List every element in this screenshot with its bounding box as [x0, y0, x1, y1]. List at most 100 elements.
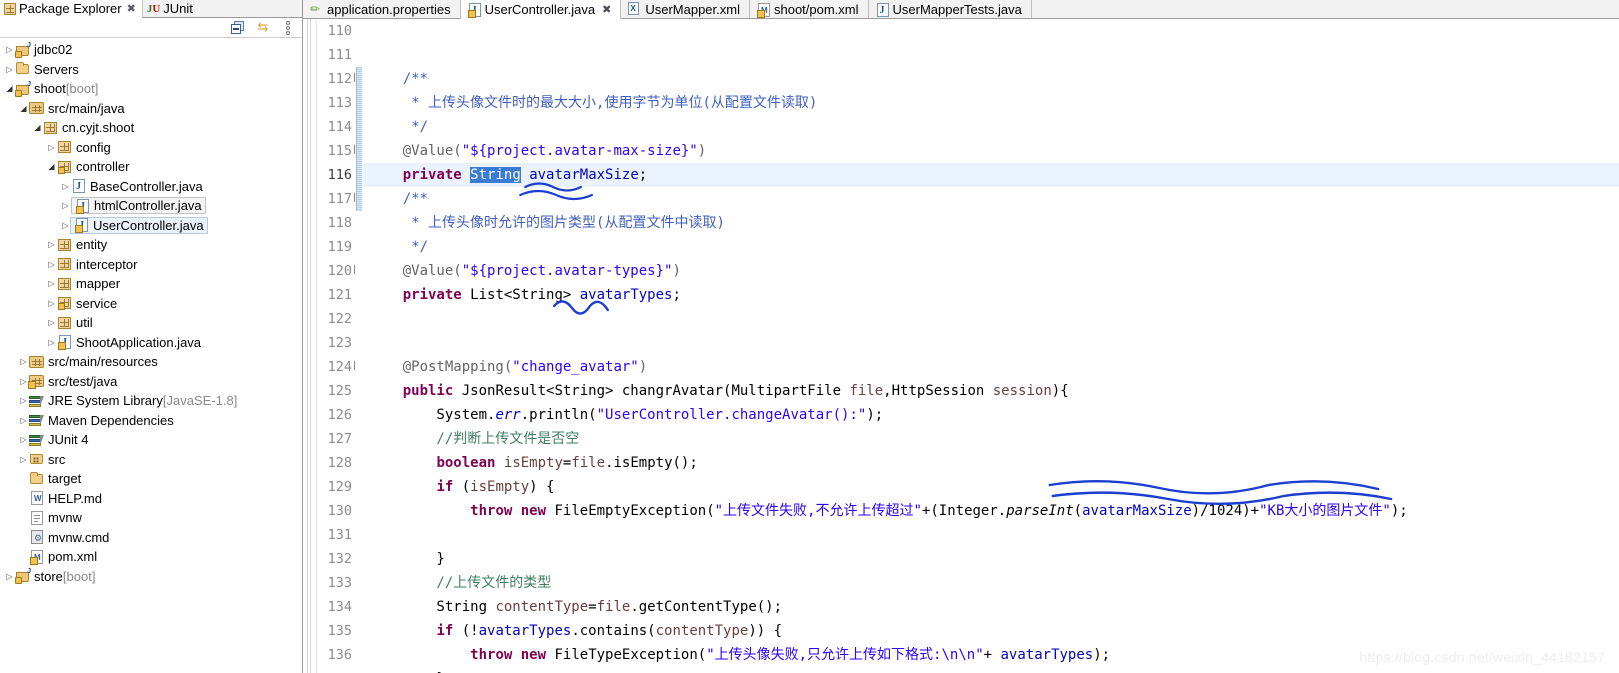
tree-item-jdbc02[interactable]: ▷ Jjdbc02: [0, 40, 302, 60]
code-line[interactable]: */: [363, 235, 1619, 259]
code-line[interactable]: //判断上传文件是否空: [363, 427, 1619, 451]
code-line[interactable]: @Value("${project.avatar-max-size}"): [363, 139, 1619, 163]
tree-item-maven-dependencies[interactable]: ▷ Maven Dependencies: [0, 411, 302, 431]
code-token: );: [1390, 503, 1408, 519]
code-line[interactable]: throw new FileEmptyException("上传文件失败,不允许…: [363, 499, 1619, 523]
code-line[interactable]: }: [363, 667, 1619, 673]
chevron-right-icon[interactable]: ▷: [18, 352, 29, 371]
chevron-right-icon[interactable]: ▷: [18, 411, 29, 430]
editor-tab-application-properties[interactable]: ✏ application.properties: [303, 0, 461, 19]
code-line[interactable]: boolean isEmpty=file.isEmpty();: [363, 451, 1619, 475]
close-icon[interactable]: ✖: [127, 2, 136, 15]
code-line[interactable]: [363, 43, 1619, 67]
code-line[interactable]: [363, 19, 1619, 43]
editor-tab-usermapper-xml[interactable]: X UserMapper.xml: [621, 0, 750, 19]
chevron-right-icon[interactable]: ▷: [60, 177, 71, 196]
tree-item-config[interactable]: ▷ config: [0, 138, 302, 158]
tree-item-shoot[interactable]: ◢ Jshoot [boot]: [0, 79, 302, 99]
code-line[interactable]: /**: [363, 187, 1619, 211]
line-number: 114: [327, 119, 352, 135]
code-line[interactable]: /**: [363, 67, 1619, 91]
tree-item-icon: W: [29, 490, 46, 506]
chevron-right-icon[interactable]: ▷: [46, 235, 57, 254]
tree-item-interceptor[interactable]: ▷ interceptor: [0, 255, 302, 275]
code-editor[interactable]: 110 111 112− 113 114 115− 116 117− 118 119 120− 121…: [303, 19, 1619, 673]
tree-item-basecontroller-java[interactable]: ▷ J BaseController.java: [0, 177, 302, 197]
editor-tab-usermappertests-java[interactable]: J UserMapperTests.java: [868, 0, 1032, 19]
chevron-down-icon[interactable]: ◢: [32, 118, 43, 137]
tree-item-servers[interactable]: ▷ Servers: [0, 60, 302, 80]
tree-item-shootapplication-java[interactable]: ▷J ShootApplication.java: [0, 333, 302, 353]
tab-package-explorer[interactable]: Package Explorer ✖: [0, 0, 142, 18]
editor-tab-usercontroller-java[interactable]: JUserController.java ✖: [460, 0, 622, 19]
editor-annotation-ruler[interactable]: [303, 19, 317, 673]
code-line[interactable]: }: [363, 547, 1619, 571]
tree-item-cn-cyjt-shoot[interactable]: ◢ cn.cyjt.shoot: [0, 118, 302, 138]
code-line[interactable]: if (isEmpty) {: [363, 475, 1619, 499]
editor-tab-shoot-pom-xml[interactable]: Mshoot/pom.xml: [749, 0, 869, 19]
chevron-down-icon[interactable]: ◢: [18, 99, 29, 118]
code-line[interactable]: * 上传头像文件时的最大大小,使用字节为单位(从配置文件读取): [363, 91, 1619, 115]
tree-item-store[interactable]: ▷ Jstore [boot]: [0, 567, 302, 587]
code-line[interactable]: @Value("${project.avatar-types}"): [363, 259, 1619, 283]
chevron-right-icon[interactable]: ▷: [4, 60, 15, 79]
line-number: 110: [327, 23, 352, 39]
tree-item-pom-xml[interactable]: Mpom.xml: [0, 547, 302, 567]
chevron-right-icon[interactable]: ▷: [46, 333, 57, 352]
chevron-right-icon[interactable]: ▷: [4, 567, 15, 586]
code-line[interactable]: public JsonResult<String> changrAvatar(M…: [363, 379, 1619, 403]
tree-item-mvnw[interactable]: mvnw: [0, 508, 302, 528]
code-line[interactable]: @PostMapping("change_avatar"): [363, 355, 1619, 379]
chevron-right-icon[interactable]: ▷: [60, 196, 71, 215]
tree-item-icon: [29, 393, 46, 409]
chevron-down-icon[interactable]: ◢: [46, 157, 57, 176]
tree-item-entity[interactable]: ▷ entity: [0, 235, 302, 255]
chevron-down-icon[interactable]: ◢: [4, 79, 15, 98]
tree-item-htmlcontroller-java[interactable]: ▷JhtmlController.java: [0, 196, 302, 216]
chevron-right-icon[interactable]: ▷: [4, 40, 15, 59]
source-code[interactable]: /** * 上传头像文件时的最大大小,使用字节为单位(从配置文件读取) */ @…: [363, 19, 1619, 673]
tree-item-help-md[interactable]: W HELP.md: [0, 489, 302, 509]
project-tree[interactable]: ▷ Jjdbc02 ▷ Servers ◢ Jshoot [boot] ◢ src/main/…: [0, 38, 302, 586]
code-line[interactable]: if (!avatarTypes.contains(contentType)) …: [363, 619, 1619, 643]
tree-item-usercontroller-java[interactable]: ▷JUserController.java: [0, 216, 302, 236]
tree-item-controller[interactable]: ◢ controller: [0, 157, 302, 177]
link-with-editor-icon[interactable]: ⇆: [255, 20, 271, 36]
code-line[interactable]: [363, 307, 1619, 331]
code-line[interactable]: private String avatarMaxSize;: [363, 163, 1619, 187]
chevron-right-icon[interactable]: ▷: [46, 274, 57, 293]
code-line[interactable]: //上传文件的类型: [363, 571, 1619, 595]
code-line[interactable]: * 上传头像时允许的图片类型(从配置文件中读取): [363, 211, 1619, 235]
code-line[interactable]: String contentType=file.getContentType()…: [363, 595, 1619, 619]
tree-item-src[interactable]: ▷ src: [0, 450, 302, 470]
tree-item-src-main-java[interactable]: ◢ src/main/java: [0, 99, 302, 119]
chevron-right-icon[interactable]: ▷: [18, 391, 29, 410]
tree-item-util[interactable]: ▷ util: [0, 313, 302, 333]
chevron-right-icon[interactable]: ▷: [46, 294, 57, 313]
tree-item-mvnw-cmd[interactable]: ⚙ mvnw.cmd: [0, 528, 302, 548]
chevron-right-icon[interactable]: ▷: [18, 430, 29, 449]
chevron-right-icon[interactable]: ▷: [46, 255, 57, 274]
chevron-right-icon[interactable]: ▷: [18, 450, 29, 469]
chevron-right-icon[interactable]: ▷: [46, 138, 57, 157]
code-line[interactable]: */: [363, 115, 1619, 139]
tab-junit[interactable]: JU JUnit: [141, 0, 199, 18]
code-line[interactable]: [363, 523, 1619, 547]
view-menu-icon[interactable]: [280, 20, 296, 36]
tree-item-junit-4[interactable]: ▷ JUnit 4: [0, 430, 302, 450]
code-line[interactable]: [363, 331, 1619, 355]
tree-item-src-main-resources[interactable]: ▷ src/main/resources: [0, 352, 302, 372]
tree-item-mapper[interactable]: ▷ mapper: [0, 274, 302, 294]
code-line[interactable]: private List<String> avatarTypes;: [363, 283, 1619, 307]
tree-item-service[interactable]: ▷ service: [0, 294, 302, 314]
tree-item-target[interactable]: target: [0, 469, 302, 489]
code-token: new: [520, 503, 547, 519]
code-token: avatarMaxSize: [1082, 503, 1192, 519]
collapse-all-icon[interactable]: [230, 20, 246, 36]
close-icon[interactable]: ✖: [602, 3, 611, 16]
tree-item-src-test-java[interactable]: ▷ src/test/java: [0, 372, 302, 392]
code-line[interactable]: System.err.println("UserController.chang…: [363, 403, 1619, 427]
tree-item-jre-system-library[interactable]: ▷ JRE System Library [JavaSE-1.8]: [0, 391, 302, 411]
chevron-right-icon[interactable]: ▷: [46, 313, 57, 332]
